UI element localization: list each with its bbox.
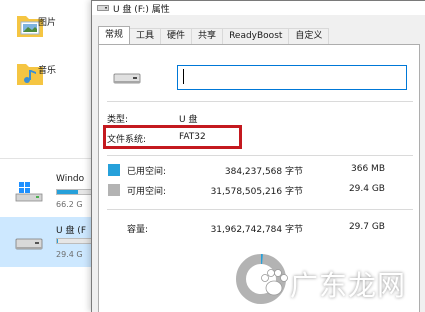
type-label: 类型: bbox=[107, 115, 129, 125]
filesystem-highlight-box bbox=[103, 125, 242, 149]
library-item-pictures[interactable]: 图片 bbox=[16, 6, 95, 46]
usb-drive-icon bbox=[15, 238, 43, 250]
free-space-size: 29.4 GB bbox=[348, 184, 385, 194]
used-space-label: 已用空间: bbox=[127, 167, 167, 177]
used-space-bytes: 384,237,568 字节 bbox=[224, 167, 303, 177]
tab-sharing[interactable]: 共享 bbox=[191, 28, 224, 44]
window-title: U 盘 (F:) 属性 bbox=[113, 5, 170, 15]
free-space-label: 可用空间: bbox=[127, 187, 167, 197]
drive-item-usb[interactable]: U 盘 (F 29.4 G bbox=[0, 217, 96, 267]
drive-usage-bar-windows bbox=[56, 189, 96, 195]
tab-hardware[interactable]: 硬件 bbox=[160, 28, 193, 44]
separator-bottom bbox=[107, 209, 413, 210]
drive-usage-fill-usb bbox=[57, 239, 59, 243]
drive-item-windows[interactable]: Windo 66.2 G bbox=[0, 168, 96, 218]
free-space-bytes: 31,578,505,216 字节 bbox=[210, 187, 303, 197]
watermark-paw-logo bbox=[261, 269, 288, 296]
tab-customize[interactable]: 自定义 bbox=[288, 28, 330, 44]
drive-usage-bar-usb bbox=[56, 238, 96, 244]
separator-top bbox=[107, 101, 413, 102]
capacity-bytes: 31,962,742,784 字节 bbox=[210, 225, 303, 235]
tab-strip: 常规 工具 硬件 共享 ReadyBoost 自定义 bbox=[98, 26, 330, 44]
type-value: U 盘 bbox=[179, 115, 198, 125]
capacity-size: 29.7 GB bbox=[348, 222, 385, 232]
drive-usage-fill-windows bbox=[57, 190, 78, 194]
window-titlebar[interactable]: U 盘 (F:) 属性 bbox=[92, 1, 425, 15]
watermark-text: 广东龙网 bbox=[290, 269, 407, 302]
drive-name-windows: Windo bbox=[56, 174, 85, 184]
separator-middle bbox=[107, 155, 413, 156]
explorer-divider bbox=[0, 158, 95, 159]
usb-drive-large-icon bbox=[113, 73, 141, 84]
drive-free-windows: 66.2 G bbox=[56, 200, 83, 209]
drive-name-input[interactable] bbox=[177, 65, 407, 90]
library-label-music: 音乐 bbox=[38, 66, 57, 76]
used-space-size: 366 MB bbox=[351, 164, 385, 174]
library-label-pictures: 图片 bbox=[38, 18, 57, 28]
library-item-music[interactable]: 音乐 bbox=[16, 54, 95, 94]
tab-general[interactable]: 常规 bbox=[98, 26, 131, 44]
text-caret bbox=[183, 69, 184, 84]
drive-free-usb: 29.4 G bbox=[56, 250, 83, 259]
explorer-pane: 图片 音乐 Windo 66.2 G U 盘 (F 29.4 G bbox=[0, 0, 96, 312]
capacity-label: 容量: bbox=[127, 225, 149, 235]
used-space-swatch bbox=[108, 164, 120, 176]
free-space-swatch bbox=[108, 184, 120, 196]
windows-drive-icon bbox=[15, 182, 43, 202]
tab-tools[interactable]: 工具 bbox=[129, 28, 162, 44]
tab-readyboost[interactable]: ReadyBoost bbox=[222, 28, 290, 44]
usb-drive-title-icon bbox=[97, 5, 109, 11]
drive-name-usb: U 盘 (F bbox=[56, 226, 86, 236]
